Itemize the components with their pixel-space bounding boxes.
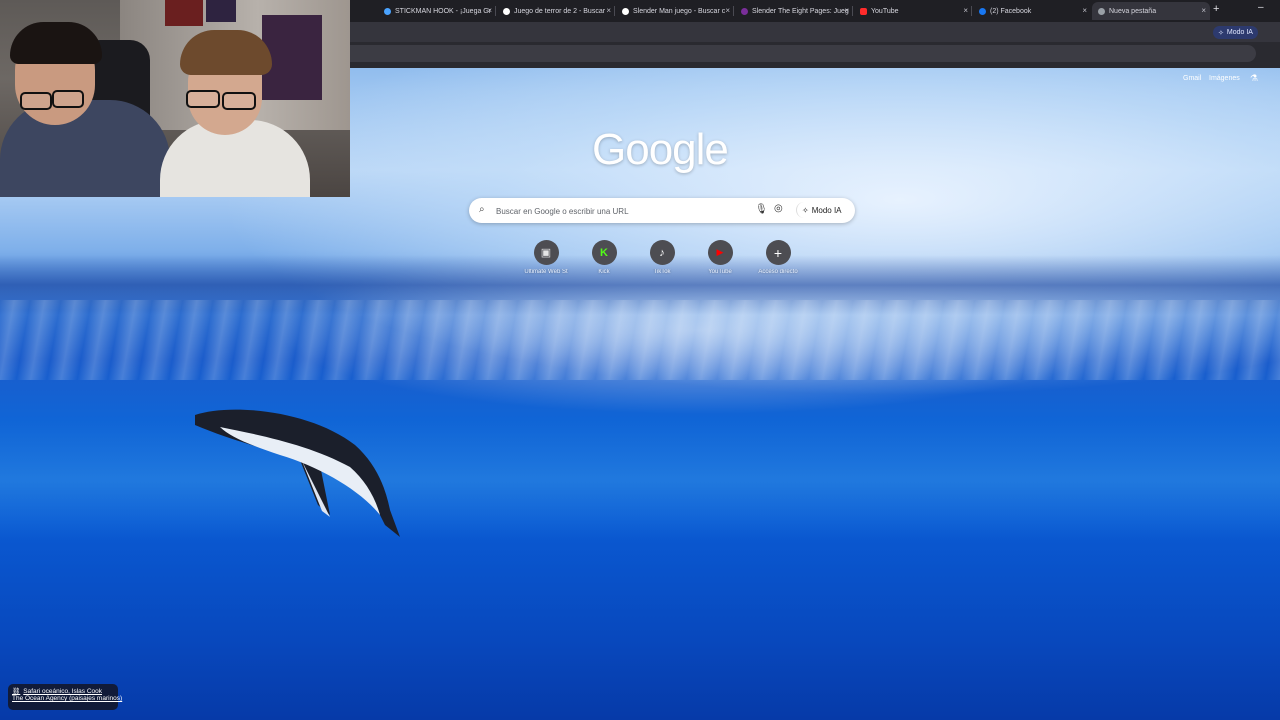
tab-favicon-icon bbox=[741, 7, 748, 15]
facebook-favicon-icon bbox=[979, 7, 986, 15]
glasses bbox=[186, 90, 220, 108]
webcam-person-hair bbox=[180, 30, 272, 75]
shortcut-label: Ultimate Web St bbox=[524, 269, 568, 275]
tab-title: YouTube bbox=[871, 7, 899, 15]
glasses bbox=[222, 92, 256, 110]
shortcut-label: Kick bbox=[598, 269, 610, 275]
labs-flask-icon[interactable]: ⚗ bbox=[1250, 73, 1262, 84]
attribution-credit[interactable]: The Ocean Agency (paisajes marinos) bbox=[12, 695, 122, 702]
tab-title: Slender Man juego - Buscar c bbox=[633, 7, 726, 15]
shortcut-tiktok[interactable]: ♪ TikTok bbox=[632, 240, 692, 285]
tab-nueva-pestana[interactable]: Nueva pestaña × bbox=[1092, 2, 1210, 20]
shortcut-youtube[interactable]: ▶ YouTube bbox=[690, 240, 750, 285]
tab-close-icon[interactable]: × bbox=[1201, 6, 1206, 15]
tab-close-icon[interactable]: × bbox=[606, 6, 611, 15]
ai-mode-button[interactable]: ✧ Modo IA bbox=[796, 202, 847, 218]
tab-slender-man-juego[interactable]: Slender Man juego - Buscar c × bbox=[616, 2, 734, 20]
search-input[interactable] bbox=[494, 203, 748, 219]
search-icon: ⌕ bbox=[479, 204, 485, 215]
webcam-person-hair bbox=[10, 22, 102, 64]
tab-title: Nueva pestaña bbox=[1109, 7, 1157, 15]
tab-separator bbox=[495, 6, 496, 16]
kick-icon: K bbox=[591, 240, 617, 265]
youtube-favicon-icon bbox=[860, 7, 867, 15]
tab-close-icon[interactable]: × bbox=[844, 6, 849, 15]
tab-close-icon[interactable]: × bbox=[963, 6, 968, 15]
tab-separator bbox=[852, 6, 853, 16]
shortcut-label: YouTube bbox=[708, 269, 732, 275]
webcam-person-body bbox=[0, 100, 170, 197]
tab-close-icon[interactable]: × bbox=[725, 6, 730, 15]
tab-separator bbox=[971, 6, 972, 16]
background-attribution[interactable]: ⛓ Safari oceánico, Islas Cook The Ocean A… bbox=[8, 684, 122, 710]
webcam-poster bbox=[206, 0, 236, 22]
ai-mode-toolbar-button[interactable]: ✧ Modo IA bbox=[1213, 26, 1258, 39]
plus-icon: + bbox=[765, 240, 791, 265]
google-logo: Google bbox=[592, 125, 729, 174]
sparkle-search-icon: ✧ bbox=[1218, 29, 1224, 37]
tab-stickman-hook[interactable]: STICKMAN HOOK - ¡Juega Gr × bbox=[378, 2, 496, 20]
tab-favicon-icon bbox=[384, 7, 391, 15]
tab-separator bbox=[733, 6, 734, 16]
tab-close-icon[interactable]: × bbox=[1082, 6, 1087, 15]
webcam-poster bbox=[165, 0, 203, 26]
tab-youtube[interactable]: YouTube × bbox=[854, 2, 972, 20]
shortcut-label: Acceso directo bbox=[758, 269, 798, 275]
ai-mode-label: Modo IA bbox=[1226, 29, 1253, 36]
globe-favicon-icon bbox=[1098, 7, 1105, 15]
tab-slender-eight-pages[interactable]: Slender The Eight Pages: Jueg × bbox=[735, 2, 853, 20]
whale-image bbox=[195, 409, 400, 537]
minimize-button[interactable]: – bbox=[1258, 2, 1264, 13]
shortcut-label: TikTok bbox=[653, 269, 671, 275]
google-favicon-icon bbox=[622, 7, 629, 15]
images-link[interactable]: Imágenes bbox=[1209, 75, 1240, 82]
ai-mode-label: Modo IA bbox=[811, 205, 842, 215]
tab-title: Slender The Eight Pages: Jueg bbox=[752, 7, 849, 15]
tab-title: (2) Facebook bbox=[990, 7, 1032, 15]
shortcut-add[interactable]: + Acceso directo bbox=[748, 240, 808, 285]
tab-close-icon[interactable]: × bbox=[487, 6, 492, 15]
shortcut-ultimate-web[interactable]: ▣ Ultimate Web St bbox=[516, 240, 576, 285]
google-lens-icon[interactable]: ◎ bbox=[774, 203, 783, 214]
gmail-link[interactable]: Gmail bbox=[1183, 75, 1201, 82]
tab-title: STICKMAN HOOK - ¡Juega Gr bbox=[395, 7, 492, 15]
search-box[interactable]: ⌕ 🎙︎ ◎ ✧ Modo IA bbox=[469, 198, 855, 223]
tab-juego-de-terror[interactable]: Juego de terror de 2 - Buscar × bbox=[497, 2, 615, 20]
tab-facebook[interactable]: (2) Facebook × bbox=[973, 2, 1091, 20]
google-favicon-icon bbox=[503, 7, 510, 15]
glasses bbox=[52, 90, 84, 108]
tab-title: Juego de terror de 2 - Buscar bbox=[514, 7, 606, 15]
wave-foam bbox=[0, 300, 1280, 380]
new-tab-button[interactable]: + bbox=[1213, 3, 1219, 15]
attribution-title[interactable]: ⛓ Safari oceánico, Islas Cook bbox=[12, 687, 114, 695]
tab-separator bbox=[614, 6, 615, 16]
address-bar[interactable] bbox=[340, 45, 1256, 62]
webcam-overlay bbox=[0, 0, 350, 197]
link-icon: ⛓ bbox=[12, 688, 21, 695]
glasses bbox=[20, 92, 52, 110]
tiktok-icon: ♪ bbox=[649, 240, 675, 265]
youtube-icon: ▶ bbox=[707, 240, 733, 265]
sparkle-search-icon: ✧ bbox=[802, 205, 809, 215]
shortcut-kick[interactable]: K Kick bbox=[574, 240, 634, 285]
microphone-icon[interactable]: 🎙︎ bbox=[755, 204, 768, 215]
image-icon: ▣ bbox=[533, 240, 559, 265]
